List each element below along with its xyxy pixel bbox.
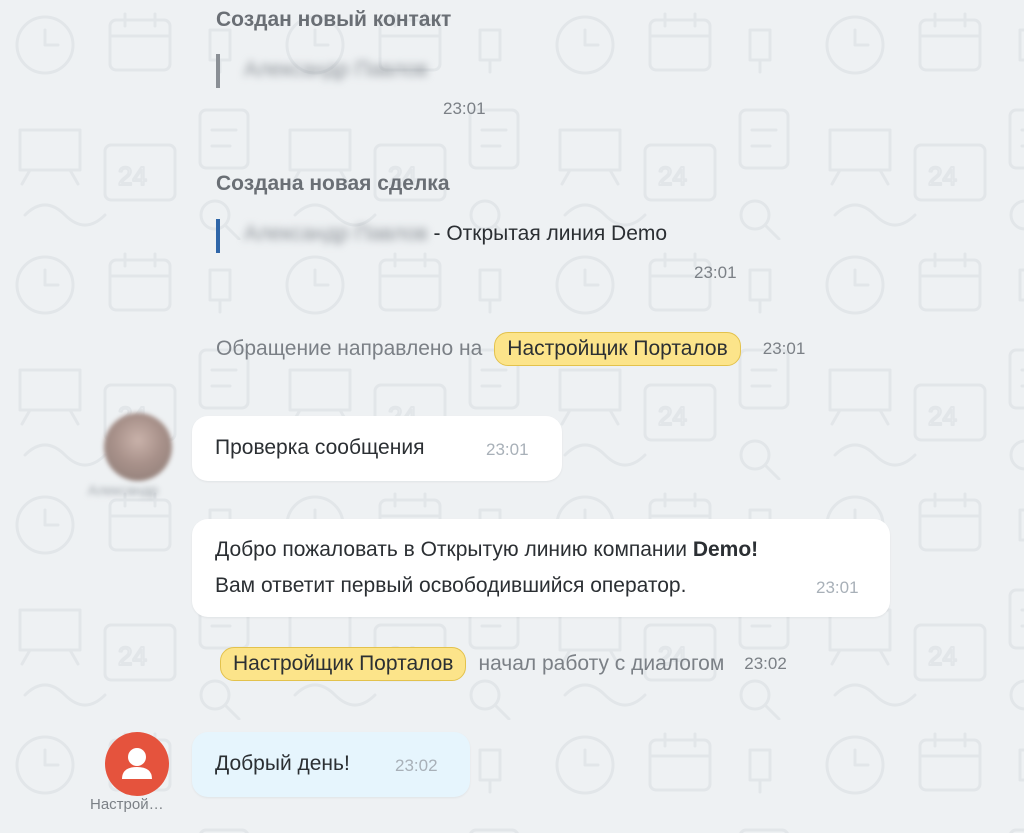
client-message-time: 23:01 bbox=[486, 440, 529, 459]
dialog-started-text: начал работу с диалогом bbox=[478, 652, 725, 675]
welcome-company-name: Demo! bbox=[692, 538, 759, 561]
operator-badge[interactable]: Настройщик Порталов bbox=[494, 332, 741, 366]
redirect-text: Обращение направлено на bbox=[216, 337, 483, 360]
deal-name-link[interactable]: Александр Павлов bbox=[244, 222, 428, 246]
contact-name-link[interactable]: Александр Павлов bbox=[244, 58, 428, 82]
operator-message-text: Добрый день! bbox=[215, 752, 350, 775]
redirect-event: Обращение направлено на Настройщик Порта… bbox=[216, 332, 805, 366]
welcome-line-1: Добро пожаловать в Открытую линию компан… bbox=[215, 538, 758, 562]
welcome-line-2: Вам ответит первый освободившийся операт… bbox=[215, 574, 687, 597]
deal-line: Александр Павлов - Открытая линия Demo bbox=[244, 222, 667, 246]
deal-quote-bar bbox=[216, 219, 220, 253]
client-message-bubble: Проверка сообщения 23:01 bbox=[192, 416, 562, 481]
deal-created-title: Создана новая сделка bbox=[216, 172, 450, 195]
dialog-started-time: 23:02 bbox=[744, 654, 787, 673]
contact-event-time: 23:01 bbox=[443, 99, 486, 118]
client-author-name: Александр bbox=[88, 482, 159, 498]
deal-suffix: - Открытая линия Demo bbox=[427, 222, 668, 245]
welcome-message-bubble: Добро пожаловать в Открытую линию компан… bbox=[192, 519, 890, 617]
operator-author-name: Настрой… bbox=[90, 796, 164, 813]
welcome-line-1-text: Добро пожаловать в Открытую линию компан… bbox=[215, 538, 693, 561]
user-icon bbox=[122, 748, 152, 779]
redirect-time: 23:01 bbox=[762, 339, 806, 358]
client-avatar[interactable] bbox=[104, 413, 172, 481]
operator-message-time: 23:02 bbox=[395, 756, 438, 775]
operator-badge[interactable]: Настройщик Порталов bbox=[220, 647, 467, 681]
welcome-message-time: 23:01 bbox=[816, 578, 859, 597]
deal-event-time: 23:01 bbox=[694, 263, 737, 282]
contact-quote-bar bbox=[216, 54, 220, 88]
client-message-text: Проверка сообщения bbox=[215, 436, 425, 459]
contact-created-title: Создан новый контакт bbox=[216, 8, 452, 31]
operator-message-bubble: Добрый день! 23:02 bbox=[192, 732, 470, 797]
dialog-started-event: Настройщик Порталов начал работу с диало… bbox=[220, 647, 787, 681]
operator-avatar[interactable] bbox=[105, 732, 169, 796]
